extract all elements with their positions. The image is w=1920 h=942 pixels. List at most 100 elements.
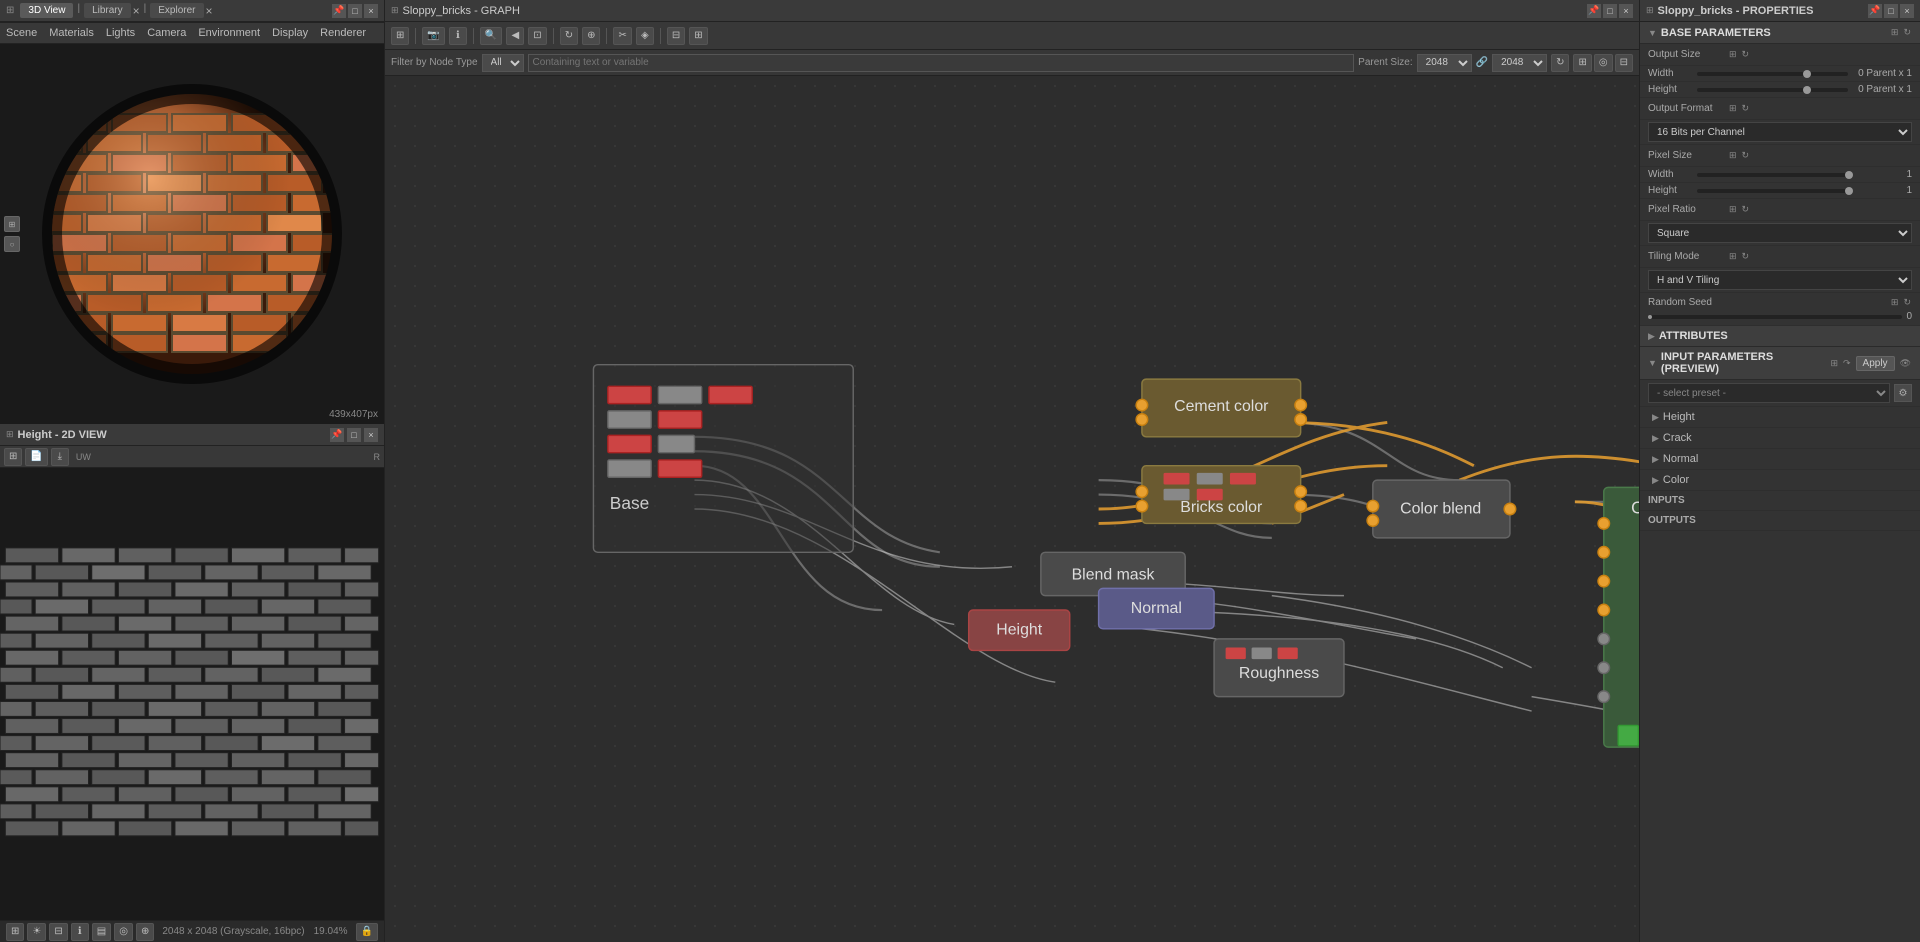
height-tool-2[interactable]: 📄: [25, 448, 47, 466]
pin-window-btn[interactable]: 📌: [332, 4, 346, 18]
section-input-params-header[interactable]: ▼ INPUT PARAMETERS (Preview) ⊞ ↷ Apply 👁: [1640, 347, 1920, 380]
scene-menu-lights[interactable]: Lights: [106, 27, 135, 39]
close-window-btn[interactable]: ×: [364, 4, 378, 18]
graph-tool-frame[interactable]: ◈: [636, 27, 654, 45]
graph-tool-info[interactable]: ℹ: [449, 27, 467, 45]
tab-explorer[interactable]: Explorer: [150, 3, 203, 18]
output-width-thumb[interactable]: [1803, 70, 1811, 78]
graph-tool-misc2[interactable]: ⊞: [689, 27, 707, 45]
scene-menu-renderer[interactable]: Renderer: [320, 27, 366, 39]
tab-3d-view[interactable]: 3D View: [20, 3, 73, 18]
pixel-ratio-icon-2[interactable]: ↻: [1741, 203, 1751, 216]
graph-tool-rotate[interactable]: ↻: [560, 27, 578, 45]
graph-tool-right[interactable]: ⊡: [528, 27, 546, 45]
graph-max-btn[interactable]: □: [1603, 4, 1617, 18]
tiling-mode-select[interactable]: H and V Tiling: [1648, 270, 1912, 290]
apply-button[interactable]: Apply: [1856, 356, 1895, 371]
pixel-width-slider[interactable]: [1697, 173, 1848, 177]
section-attributes-header[interactable]: ▶ ATTRIBUTES: [1640, 326, 1920, 347]
output-width-slider[interactable]: [1697, 72, 1848, 76]
pixel-ratio-icon-1[interactable]: ⊞: [1728, 203, 1738, 216]
pixel-height-slider[interactable]: [1697, 189, 1848, 193]
graph-view-btn-2[interactable]: ◎: [1594, 54, 1613, 72]
output-format-icon-2[interactable]: ↻: [1741, 102, 1751, 115]
height-panel-dock[interactable]: 📌: [330, 428, 344, 442]
graph-tool-misc[interactable]: ⊟: [667, 27, 685, 45]
maximize-window-btn[interactable]: □: [348, 4, 362, 18]
section-base-params-header[interactable]: ▼ BASE PARAMETERS ⊞ ↻: [1640, 22, 1920, 44]
scene-menu-scene[interactable]: Scene: [6, 27, 37, 39]
scene-menu-camera[interactable]: Camera: [147, 27, 186, 39]
status-bar-btn-1[interactable]: ⊞: [6, 923, 24, 941]
parent-size-select-h[interactable]: 2048: [1492, 54, 1547, 72]
close-library-tab[interactable]: ×: [133, 3, 140, 18]
height-panel-close[interactable]: ×: [364, 428, 378, 442]
scene-menu-display[interactable]: Display: [272, 27, 308, 39]
graph-view-btn-1[interactable]: ⊞: [1573, 54, 1591, 72]
tiling-mode-icon-2[interactable]: ↻: [1741, 250, 1751, 263]
graph-tool-cut[interactable]: ✂: [613, 27, 631, 45]
scene-menu-materials[interactable]: Materials: [49, 27, 94, 39]
tab-library[interactable]: Library: [84, 3, 131, 18]
graph-tool-zoom[interactable]: 🔍: [480, 27, 502, 45]
random-seed-icon-1[interactable]: ⊞: [1890, 296, 1900, 309]
status-bar-btn-3[interactable]: ⊟: [49, 923, 67, 941]
filter-type-select[interactable]: All: [482, 54, 524, 72]
status-bar-btn-4[interactable]: ℹ: [71, 923, 89, 941]
random-seed-thumb[interactable]: [1648, 315, 1652, 319]
base-params-icon-1[interactable]: ⊞: [1890, 26, 1900, 39]
pixel-height-thumb[interactable]: [1845, 187, 1853, 195]
scene-menu-environment[interactable]: Environment: [198, 27, 260, 39]
section-input-params-title: INPUT PARAMETERS (Preview): [1661, 351, 1826, 375]
props-close-btn[interactable]: ×: [1900, 4, 1914, 18]
graph-tool-camera[interactable]: 📷: [422, 27, 444, 45]
pixel-width-thumb[interactable]: [1845, 171, 1853, 179]
graph-pin-btn[interactable]: 📌: [1587, 4, 1601, 18]
props-pin-btn[interactable]: 📌: [1868, 4, 1882, 18]
graph-view-btn-3[interactable]: ⊟: [1615, 54, 1633, 72]
input-param-crack[interactable]: ▶ Crack: [1640, 428, 1920, 449]
tiling-mode-icon-1[interactable]: ⊞: [1728, 250, 1738, 263]
filter-text-input[interactable]: [528, 54, 1355, 72]
output-size-icon-1[interactable]: ⊞: [1728, 48, 1738, 61]
input-param-normal[interactable]: ▶ Normal: [1640, 449, 1920, 470]
status-bar-btn-5[interactable]: ▤: [92, 923, 111, 941]
input-params-eye[interactable]: 👁: [1899, 357, 1912, 370]
input-param-height[interactable]: ▶ Height: [1640, 407, 1920, 428]
graph-canvas[interactable]: Base Cement color: [385, 76, 1639, 942]
pixel-ratio-select[interactable]: Square: [1648, 223, 1912, 243]
preset-gear-button[interactable]: ⚙: [1894, 384, 1912, 402]
lock-btn[interactable]: 🔒: [356, 923, 378, 941]
pixel-size-icon-2[interactable]: ↻: [1741, 149, 1751, 162]
viewport-icon-2[interactable]: ○: [4, 236, 20, 252]
height-tool-1[interactable]: ⊞: [4, 448, 22, 466]
graph-tool-add[interactable]: ⊕: [582, 27, 600, 45]
height-tool-3[interactable]: ⤓: [51, 448, 69, 466]
pixel-size-icon-1[interactable]: ⊞: [1728, 149, 1738, 162]
input-param-color[interactable]: ▶ Color: [1640, 470, 1920, 491]
height-panel-max[interactable]: □: [347, 428, 361, 442]
parent-size-select[interactable]: 2048: [1417, 54, 1472, 72]
tiling-mode-label: Tiling Mode: [1648, 251, 1728, 262]
output-size-icon-2[interactable]: ↻: [1741, 48, 1751, 61]
random-seed-slider[interactable]: [1648, 315, 1902, 319]
viewport-icon-1[interactable]: ⊞: [4, 216, 20, 232]
output-height-slider[interactable]: [1697, 88, 1848, 92]
graph-close-btn[interactable]: ×: [1619, 4, 1633, 18]
graph-tool-grid[interactable]: ⊞: [391, 27, 409, 45]
props-max-btn[interactable]: □: [1884, 4, 1898, 18]
base-params-icon-2[interactable]: ↻: [1902, 26, 1912, 39]
input-params-icon-2[interactable]: ↷: [1842, 357, 1852, 370]
preset-select[interactable]: - select preset -: [1648, 383, 1890, 403]
parent-size-reset[interactable]: ↻: [1551, 54, 1569, 72]
status-bar-btn-6[interactable]: ◎: [114, 923, 133, 941]
output-format-icon-1[interactable]: ⊞: [1728, 102, 1738, 115]
close-explorer-tab[interactable]: ×: [206, 3, 213, 18]
output-height-thumb[interactable]: [1803, 86, 1811, 94]
random-seed-icon-2[interactable]: ↻: [1902, 296, 1912, 309]
status-bar-btn-7[interactable]: ⊕: [136, 923, 154, 941]
output-format-select[interactable]: 16 Bits per Channel: [1648, 122, 1912, 142]
status-bar-btn-2[interactable]: ☀: [27, 923, 46, 941]
input-params-icon-1[interactable]: ⊞: [1829, 357, 1839, 370]
graph-tool-left[interactable]: ◀: [506, 27, 524, 45]
